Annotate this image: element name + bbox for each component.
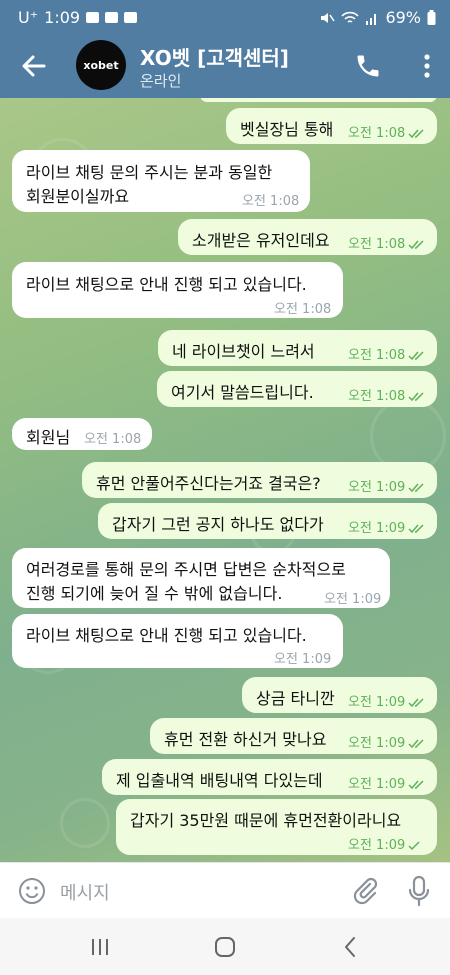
message-time: 오전 1:09 bbox=[348, 773, 426, 792]
back-arrow-icon[interactable] bbox=[16, 48, 52, 84]
message-time: 오전 1:08 bbox=[274, 302, 332, 317]
message-text: 갑자기 그런 공지 하나도 없다가 bbox=[112, 515, 324, 534]
message-text-line2: 진행 되기에 늦어 질 수 밖에 없습니다. bbox=[26, 584, 283, 603]
message-text: 휴먼 안풀어주신다는거죠 결국은? bbox=[96, 474, 321, 493]
background-doodle bbox=[60, 798, 110, 848]
message-time: 오전 1:09 bbox=[348, 517, 426, 536]
message-time: 오전 1:09 bbox=[348, 476, 426, 495]
double-check-icon bbox=[408, 239, 424, 249]
message-text: 라이브 채팅으로 안내 진행 되고 있습니다. bbox=[26, 626, 307, 645]
chat-status: 온라인 bbox=[140, 72, 182, 90]
message-bubble[interactable]: 갑자기 35만원 때문에 휴먼전환이라니요 오전 1:09 bbox=[116, 799, 437, 855]
message-bubble[interactable]: 상금 타니깐 오전 1:09 bbox=[242, 677, 437, 713]
message-time: 오전 1:08 bbox=[84, 432, 142, 447]
message-list[interactable]: 벳실장님 통해 오전 1:08 라이브 채팅 문의 주시는 분과 동일한 회원분… bbox=[0, 98, 450, 862]
double-check-icon bbox=[408, 779, 424, 789]
message-bubble-partial bbox=[200, 98, 437, 102]
message-input[interactable]: 메시지 bbox=[60, 879, 110, 905]
recents-icon[interactable] bbox=[85, 932, 115, 962]
message-text: 상금 타니깐 bbox=[256, 689, 335, 708]
message-bubble[interactable]: 벳실장님 통해 오전 1:08 bbox=[226, 108, 437, 144]
status-bar: U⁺ 1:09 69% bbox=[0, 0, 450, 34]
system-navigation-bar bbox=[0, 918, 450, 975]
message-text: 휴먼 전환 하신거 맞나요 bbox=[164, 730, 327, 749]
message-text: 네 라이브챗이 느려서 bbox=[172, 342, 315, 361]
message-bubble[interactable]: 라이브 채팅으로 안내 진행 되고 있습니다. 오전 1:09 bbox=[12, 614, 343, 668]
double-check-icon bbox=[408, 128, 424, 138]
message-bubble[interactable]: 갑자기 그런 공지 하나도 없다가 오전 1:09 bbox=[98, 503, 437, 539]
double-check-icon bbox=[408, 738, 424, 748]
message-bubble[interactable]: 네 라이브챗이 느려서 오전 1:08 bbox=[158, 330, 437, 366]
chat-title[interactable]: XO벳 [고객센터] bbox=[140, 42, 289, 71]
double-check-icon bbox=[408, 391, 424, 401]
message-text: 여러경로를 통해 문의 주시면 답변은 순차적으로 bbox=[26, 560, 346, 579]
mute-icon bbox=[321, 12, 336, 23]
chat-header: xobet XO벳 [고객센터] 온라인 bbox=[0, 34, 450, 98]
battery-percent: 69% bbox=[385, 8, 421, 27]
message-time: 오전 1:09 bbox=[348, 732, 426, 751]
message-text: 라이브 채팅으로 안내 진행 되고 있습니다. bbox=[26, 275, 307, 294]
message-time: 오전 1:08 bbox=[348, 344, 426, 363]
message-time: 오전 1:09 bbox=[348, 834, 422, 853]
message-bubble[interactable]: 휴먼 안풀어주신다는거죠 결국은? 오전 1:09 bbox=[82, 462, 437, 498]
message-time: 오전 1:08 bbox=[348, 233, 426, 252]
message-text: 라이브 채팅 문의 주시는 분과 동일한 bbox=[26, 163, 273, 182]
message-bubble[interactable]: 여기서 말씀드립니다. 오전 1:08 bbox=[157, 371, 437, 407]
avatar[interactable]: xobet bbox=[76, 40, 126, 90]
avatar-logo-text: xobet bbox=[83, 58, 119, 72]
message-text: 벳실장님 통해 bbox=[240, 120, 334, 139]
message-bubble[interactable]: 소개받은 유저인데요 오전 1:08 bbox=[178, 219, 437, 255]
message-time: 오전 1:08 bbox=[348, 385, 426, 404]
clock: 1:09 bbox=[44, 8, 81, 27]
message-time: 오전 1:08 bbox=[348, 122, 426, 141]
message-bubble[interactable]: 제 입출내역 배팅내역 다있는데 오전 1:09 bbox=[102, 759, 437, 795]
emoji-icon[interactable] bbox=[18, 877, 46, 905]
youtube-notification-icon bbox=[105, 12, 119, 23]
home-icon[interactable] bbox=[210, 932, 240, 962]
phone-icon[interactable] bbox=[354, 52, 382, 80]
signal-icon bbox=[366, 13, 377, 25]
back-nav-icon[interactable] bbox=[336, 932, 366, 962]
message-bubble[interactable]: 여러경로를 통해 문의 주시면 답변은 순차적으로 진행 되기에 늦어 질 수 … bbox=[12, 548, 390, 608]
wifi-icon bbox=[341, 11, 360, 23]
message-time: 오전 1:08 bbox=[242, 194, 300, 209]
message-bubble[interactable]: 휴먼 전환 하신거 맞나요 오전 1:09 bbox=[150, 718, 437, 754]
gallery-notification-icon bbox=[86, 12, 100, 23]
message-text: 제 입출내역 배팅내역 다있는데 bbox=[116, 771, 323, 790]
carrier-label: U⁺ bbox=[18, 8, 39, 27]
double-check-icon bbox=[408, 350, 424, 360]
single-check-icon bbox=[408, 840, 420, 850]
message-time: 오전 1:09 bbox=[274, 652, 332, 667]
message-composer: 메시지 bbox=[0, 862, 450, 919]
youtube-notification-icon bbox=[124, 12, 138, 23]
message-bubble[interactable]: 회원님 오전 1:08 bbox=[12, 418, 152, 450]
double-check-icon bbox=[408, 523, 424, 533]
double-check-icon bbox=[408, 482, 424, 492]
message-text: 회원님 bbox=[26, 428, 71, 447]
message-text: 소개받은 유저인데요 bbox=[192, 231, 330, 250]
message-bubble[interactable]: 라이브 채팅으로 안내 진행 되고 있습니다. 오전 1:08 bbox=[12, 262, 343, 318]
battery-icon bbox=[427, 10, 436, 25]
mic-icon[interactable] bbox=[406, 875, 432, 907]
message-time: 오전 1:09 bbox=[324, 592, 382, 607]
more-vert-icon[interactable] bbox=[422, 52, 432, 80]
message-text: 여기서 말씀드립니다. bbox=[171, 383, 314, 402]
message-text: 갑자기 35만원 때문에 휴먼전환이라니요 bbox=[130, 811, 402, 830]
message-time: 오전 1:09 bbox=[348, 691, 426, 710]
message-text-line2: 회원분이실까요 bbox=[26, 187, 130, 206]
message-bubble[interactable]: 라이브 채팅 문의 주시는 분과 동일한 회원분이실까요 오전 1:08 bbox=[12, 150, 310, 212]
double-check-icon bbox=[408, 697, 424, 707]
attach-icon[interactable] bbox=[350, 875, 380, 907]
